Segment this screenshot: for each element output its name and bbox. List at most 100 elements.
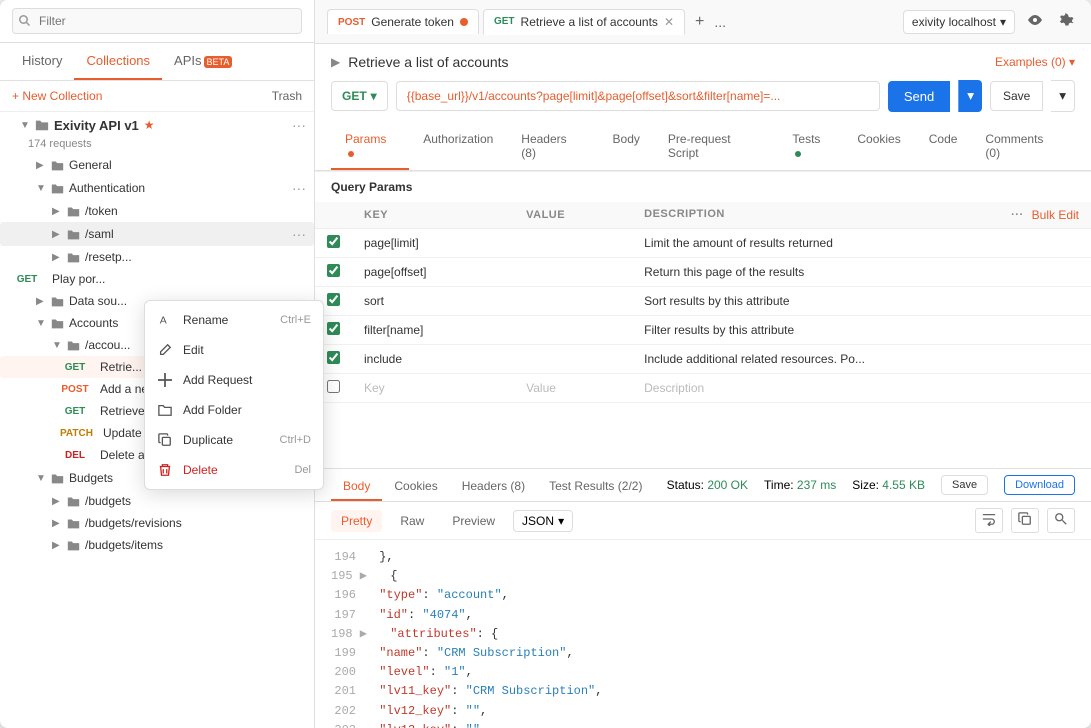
format-raw[interactable]: Raw — [390, 510, 434, 532]
context-duplicate[interactable]: Duplicate Ctrl+D — [145, 425, 323, 455]
top-bar: POST Generate token GET Retrieve a list … — [315, 0, 1091, 44]
row-checkbox-4[interactable] — [327, 322, 340, 335]
row-checkbox-2[interactable] — [327, 264, 340, 277]
folder-token[interactable]: ▶ /token — [0, 200, 314, 222]
settings-button[interactable] — [1055, 8, 1079, 35]
tab-tests[interactable]: Tests — [778, 124, 843, 170]
folder-saml[interactable]: ▶ /saml ··· — [0, 222, 314, 246]
json-format-select[interactable]: JSON ▾ — [513, 510, 573, 532]
request-play[interactable]: GET Play por... — [0, 268, 314, 290]
delete-icon — [157, 462, 173, 478]
save-button[interactable]: Save — [990, 81, 1043, 111]
collection-header[interactable]: ▼ Exivity API v1 ★ ··· — [0, 112, 314, 138]
context-edit[interactable]: Edit — [145, 335, 323, 365]
examples-button[interactable]: Examples (0) ▾ — [995, 55, 1075, 69]
response-status-bar: Status: 200 OK Time: 237 ms Size: 4.55 K… — [667, 475, 1075, 499]
tab-collections[interactable]: Collections — [74, 43, 162, 80]
code-line-200: 200 "level": "1", — [331, 663, 1075, 682]
format-preview[interactable]: Preview — [442, 510, 505, 532]
eye-icon — [1027, 12, 1043, 28]
tests-dot — [795, 151, 801, 157]
duplicate-label: Duplicate — [183, 433, 233, 447]
folder-budgets-items[interactable]: ▶ /budgets/items — [0, 534, 314, 556]
tab-headers[interactable]: Headers (8) — [507, 124, 598, 170]
env-selector[interactable]: exivity localhost ▾ — [903, 10, 1015, 34]
tab-comments[interactable]: Comments (0) — [971, 124, 1075, 170]
tab-body[interactable]: Body — [599, 124, 654, 170]
row-checkbox-empty[interactable] — [327, 380, 340, 393]
tab-history[interactable]: History — [10, 43, 74, 80]
request-title: Retrieve a list of accounts — [348, 54, 508, 70]
copy-button[interactable] — [1011, 508, 1039, 533]
wrap-text-button[interactable] — [975, 508, 1003, 533]
save-dropdown-button[interactable]: ▾ — [1051, 80, 1075, 112]
folder-icon-budgets — [51, 472, 64, 485]
tab-code[interactable]: Code — [915, 124, 972, 170]
response-tab-headers[interactable]: Headers (8) — [450, 473, 537, 501]
tab-params[interactable]: Params — [331, 124, 409, 170]
send-dropdown-button[interactable]: ▾ — [958, 80, 982, 112]
method-badge-patch: PATCH — [56, 427, 97, 440]
method-badge-get3: GET — [56, 405, 94, 418]
collapse-arrow[interactable]: ▶ — [331, 55, 340, 69]
tab-get-retrieve-accounts[interactable]: GET Retrieve a list of accounts ✕ — [483, 9, 685, 35]
sub-tabs: Params Authorization Headers (8) Body Pr… — [315, 124, 1091, 171]
tab-apis[interactable]: APIsBETA — [162, 43, 244, 80]
folder-icon-datasou — [51, 295, 64, 308]
response-format-bar: Pretty Raw Preview JSON ▾ — [315, 502, 1091, 540]
method-select[interactable]: GET ▾ — [331, 81, 388, 111]
folder-icon-budgets-items — [67, 539, 80, 552]
code-line-199: 199 "name": "CRM Subscription", — [331, 644, 1075, 663]
folder-authentication[interactable]: ▼ Authentication ··· — [0, 176, 314, 200]
row-checkbox-1[interactable] — [327, 235, 340, 248]
code-line-197: 197 "id": "4074", — [331, 606, 1075, 625]
new-collection-button[interactable]: + New Collection — [12, 89, 102, 103]
add-tab-button[interactable]: + — [689, 11, 710, 33]
row-dots[interactable]: ··· — [1011, 209, 1024, 221]
filter-input[interactable] — [12, 8, 302, 34]
save-response-button[interactable]: Save — [941, 475, 988, 495]
copy-icon — [1018, 512, 1032, 526]
code-line-201: 201 "lv11_key": "CRM Subscription", — [331, 682, 1075, 701]
delete-label: Delete — [183, 463, 218, 477]
context-delete[interactable]: Delete Del — [145, 455, 323, 485]
eye-button[interactable] — [1023, 8, 1047, 35]
row-checkbox-5[interactable] — [327, 351, 340, 364]
download-button[interactable]: Download — [1004, 475, 1075, 495]
tab-post-generate-token[interactable]: POST Generate token — [327, 9, 479, 34]
context-add-request[interactable]: Add Request — [145, 365, 323, 395]
url-input[interactable] — [396, 81, 880, 111]
collection-more-button[interactable]: ··· — [292, 117, 306, 133]
value-cell-empty: Value — [514, 374, 632, 403]
send-button[interactable]: Send — [888, 81, 950, 112]
folder-resetp[interactable]: ▶ /resetp... — [0, 246, 314, 268]
json-format-arrow: ▾ — [558, 514, 564, 528]
bulk-edit-button[interactable]: Bulk Edit — [1032, 208, 1079, 222]
saml-more-button[interactable]: ··· — [292, 226, 306, 242]
response-tab-cookies[interactable]: Cookies — [382, 473, 449, 501]
folder-general[interactable]: ▶ General — [0, 154, 314, 176]
search-response-button[interactable] — [1047, 508, 1075, 533]
folder-budgets-sub[interactable]: ▶ /budgets — [0, 490, 314, 512]
trash-button[interactable]: Trash — [272, 89, 302, 103]
format-pretty[interactable]: Pretty — [331, 510, 382, 532]
delete-shortcut: Del — [294, 464, 311, 476]
rename-shortcut: Ctrl+E — [280, 314, 311, 326]
row-checkbox-3[interactable] — [327, 293, 340, 306]
folder-budgets-rev[interactable]: ▶ /budgets/revisions — [0, 512, 314, 534]
context-rename[interactable]: A Rename Ctrl+E — [145, 305, 323, 335]
method-label: GET — [342, 89, 367, 103]
add-request-icon — [157, 372, 173, 388]
tab-authorization[interactable]: Authorization — [409, 124, 507, 170]
code-line-195: 195 ▶ { — [331, 567, 1075, 586]
table-row: page[limit] Limit the amount of results … — [315, 229, 1091, 258]
auth-more-button[interactable]: ··· — [292, 180, 306, 196]
more-tabs-button[interactable]: ... — [714, 14, 726, 30]
response-tab-tests[interactable]: Test Results (2/2) — [537, 473, 654, 501]
context-add-folder[interactable]: Add Folder — [145, 395, 323, 425]
tab-pre-request[interactable]: Pre-request Script — [654, 124, 779, 170]
tab-close-button[interactable]: ✕ — [664, 15, 674, 29]
expand-arrow: ▼ — [20, 120, 30, 131]
response-tab-body[interactable]: Body — [331, 473, 382, 501]
tab-cookies[interactable]: Cookies — [843, 124, 914, 170]
